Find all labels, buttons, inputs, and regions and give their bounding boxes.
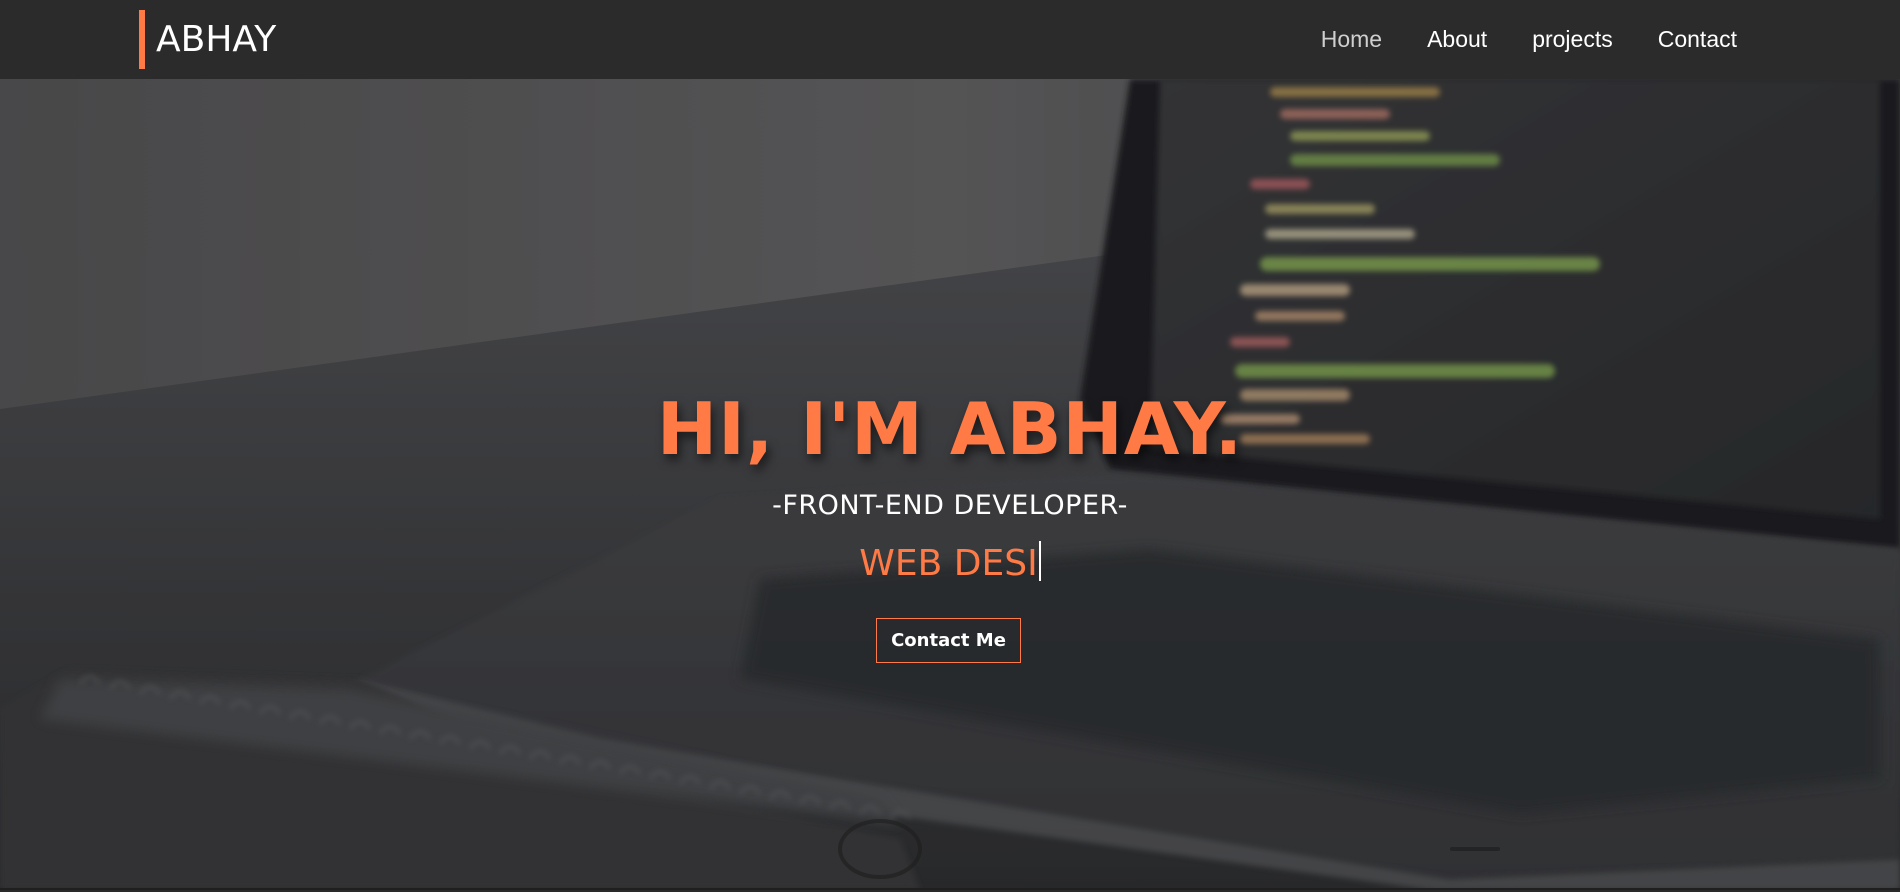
typed-cursor-icon — [1038, 541, 1041, 581]
hero-content: HI, I'M ABHAY. -FRONT-END DEVELOPER- WEB… — [0, 79, 1900, 890]
hero-title: HI, I'M ABHAY. — [656, 387, 1244, 471]
hero-section: HI, I'M ABHAY. -FRONT-END DEVELOPER- WEB… — [0, 79, 1900, 890]
nav-link-contact[interactable]: Contact — [1658, 26, 1737, 53]
hero-subtitle: -FRONT-END DEVELOPER- — [772, 490, 1128, 521]
nav-link-about[interactable]: About — [1427, 26, 1487, 53]
nav-link-projects[interactable]: projects — [1532, 26, 1613, 53]
brand-accent-bar — [139, 10, 145, 69]
nav-menu: Home About projects Contact — [1276, 0, 1737, 79]
navbar: ABHAY Home About projects Contact — [0, 0, 1900, 79]
contact-me-button[interactable]: Contact Me — [876, 618, 1021, 663]
nav-link-home[interactable]: Home — [1321, 26, 1382, 53]
brand-name: ABHAY — [156, 19, 277, 60]
typed-text: WEB DESI — [859, 543, 1038, 584]
hero-typed-role: WEB DESI — [0, 541, 1900, 584]
brand-logo[interactable]: ABHAY — [139, 10, 276, 69]
